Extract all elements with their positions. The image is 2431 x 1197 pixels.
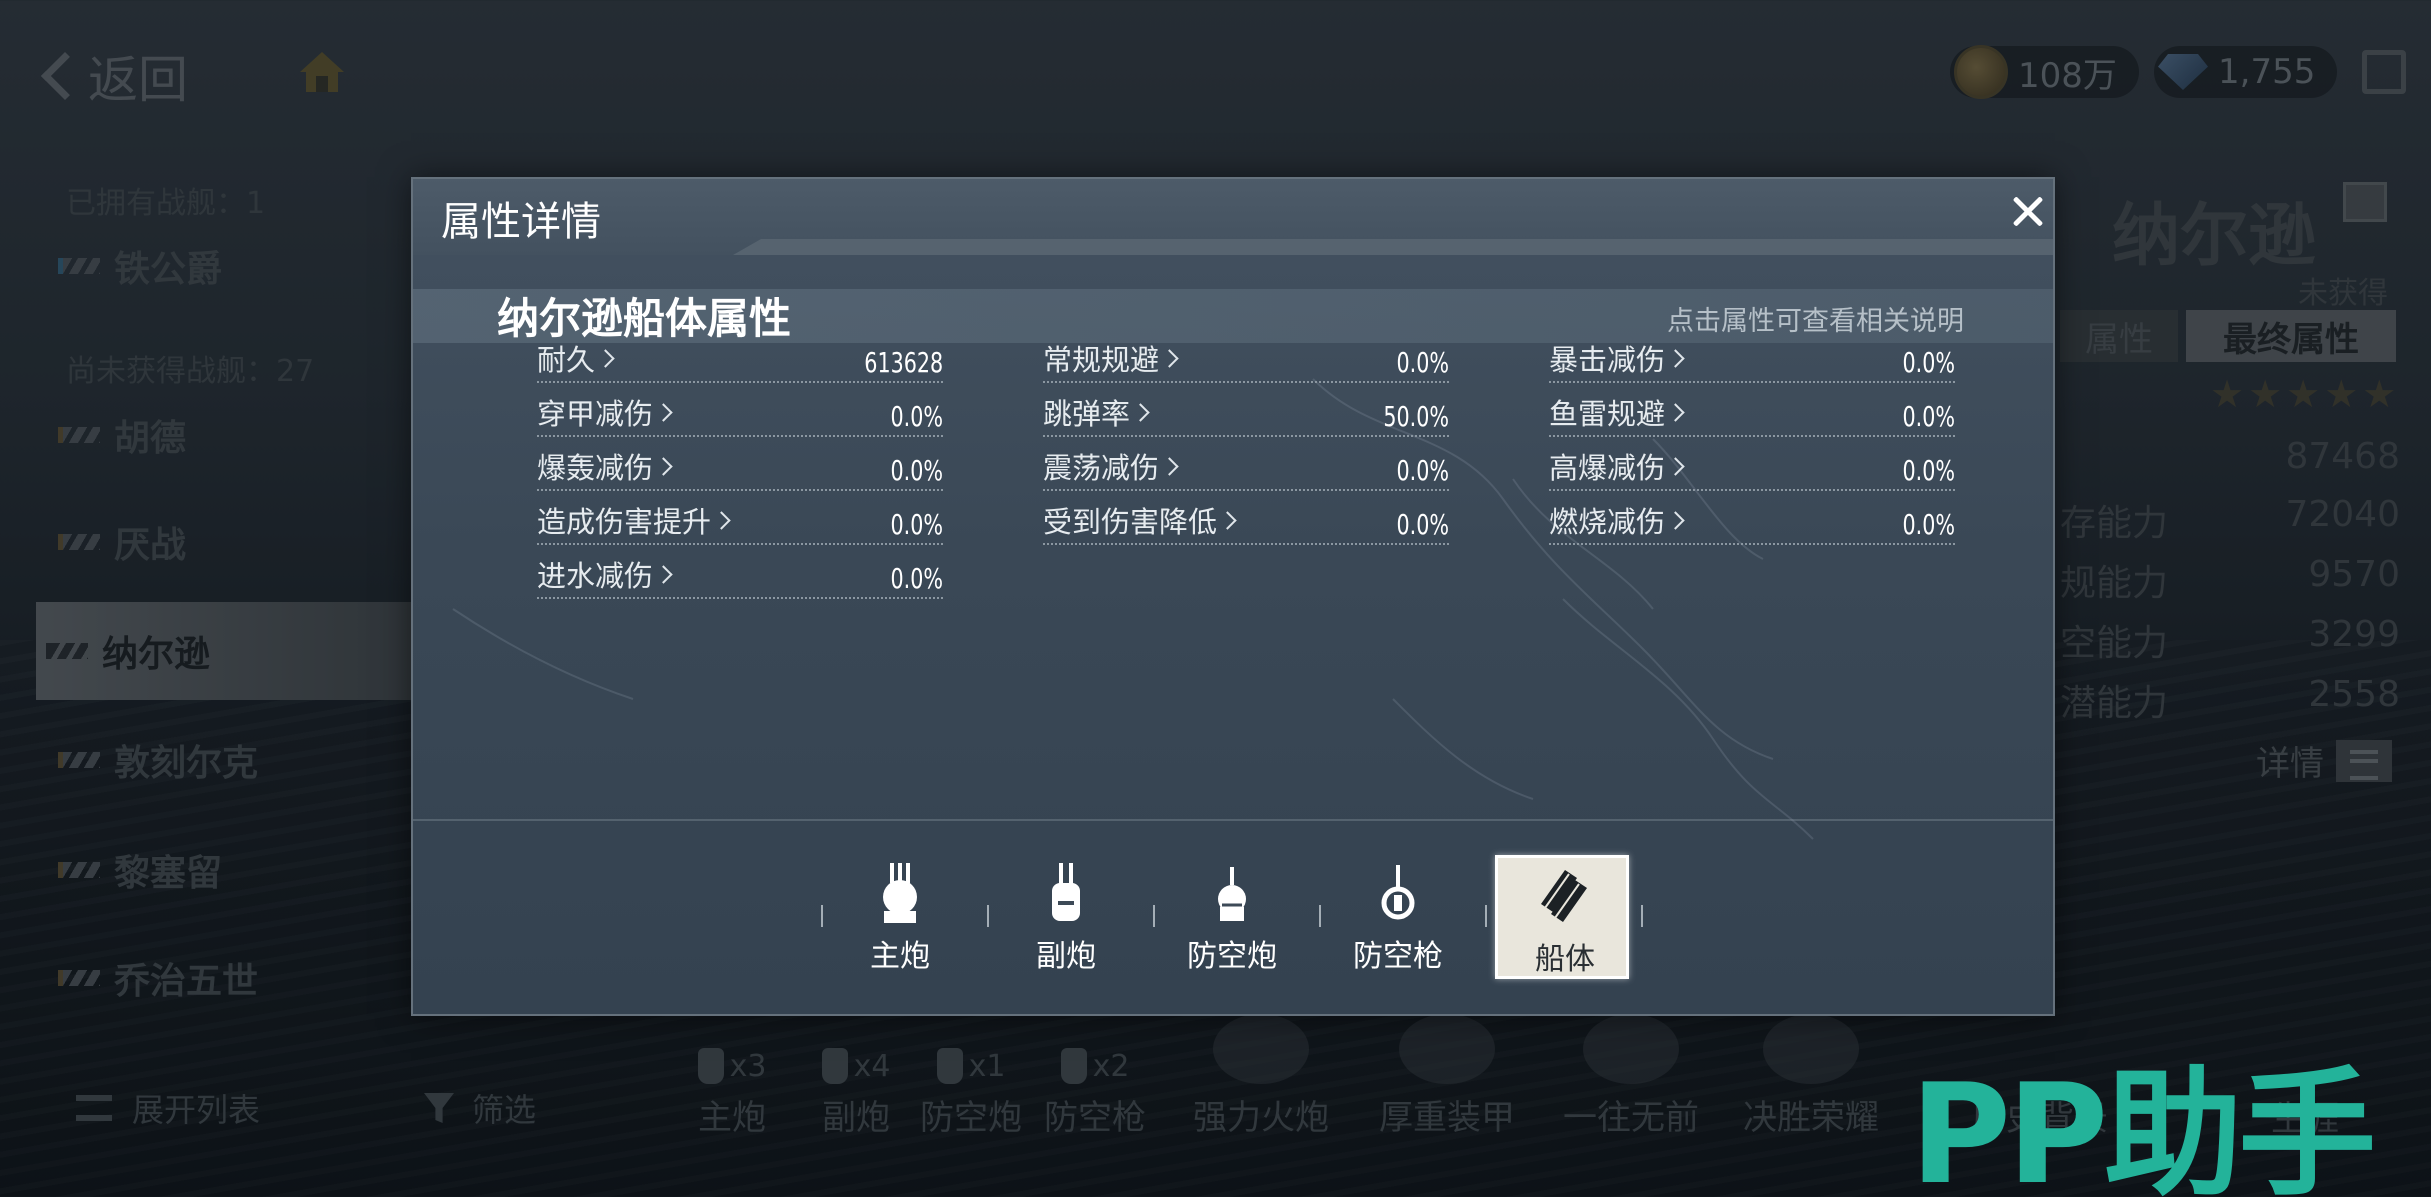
pp-assistant-watermark: PP助手 [1910,1054,2376,1197]
attribute-name: 跳弹率 [1043,397,1131,431]
chevron-right-icon [1131,402,1150,422]
attribute-row[interactable]: 爆轰减伤 0.0% [537,451,943,491]
tab-main-gun[interactable]: 主炮 [833,855,967,979]
attribute-row[interactable]: 常规规避 0.0% [1043,343,1449,383]
chevron-right-icon [654,456,673,476]
main-gun-icon [883,863,917,923]
tab-secondary-gun[interactable]: 副炮 [999,855,1133,979]
attribute-value: 0.0% [1396,346,1449,379]
attribute-row[interactable]: 燃烧减伤 0.0% [1549,505,1955,545]
tab-separator [821,905,823,927]
tab-aa-gun[interactable]: 防空枪 [1331,855,1465,979]
attribute-row[interactable]: 受到伤害降低 0.0% [1043,505,1449,545]
attribute-value: 0.0% [890,508,943,541]
tab-label: 防空枪 [1353,939,1443,974]
aa-cannon-icon [1218,867,1246,921]
attribute-name: 穿甲减伤 [537,397,654,431]
tab-label: 防空炮 [1187,939,1277,974]
attribute-row[interactable]: 穿甲减伤 0.0% [537,397,943,437]
attribute-value: 0.0% [1902,508,1955,541]
secondary-gun-icon [1052,863,1080,921]
attribute-details-dialog: 属性详情 纳尔逊船体属性 点击属性可查看相关说明 耐久 613628 常规规避 … [411,177,2055,1016]
attribute-name: 爆轰减伤 [537,451,654,485]
dialog-title: 属性详情 [441,199,601,245]
hull-icon [1541,870,1587,922]
attribute-value: 0.0% [1902,346,1955,379]
tab-aa-cannon[interactable]: 防空炮 [1165,855,1299,979]
attribute-name: 受到伤害降低 [1043,505,1218,539]
attribute-name: 常规规避 [1043,343,1160,377]
tab-separator [1485,905,1487,927]
attribute-name: 耐久 [537,343,596,377]
attribute-row[interactable]: 暴击减伤 0.0% [1549,343,1955,383]
attribute-value: 0.0% [1396,508,1449,541]
chevron-right-icon [1218,510,1237,530]
close-icon[interactable] [2005,189,2051,235]
tab-hull[interactable]: 船体 [1495,855,1629,979]
attribute-value: 613628 [864,346,943,379]
header-divider [733,239,2053,255]
chevron-right-icon [596,348,615,368]
attribute-row[interactable]: 鱼雷规避 0.0% [1549,397,1955,437]
attribute-name: 燃烧减伤 [1549,505,1666,539]
attribute-value: 0.0% [1396,454,1449,487]
attribute-row[interactable]: 跳弹率 50.0% [1043,397,1449,437]
attribute-name: 暴击减伤 [1549,343,1666,377]
attribute-row[interactable]: 造成伤害提升 0.0% [537,505,943,545]
chevron-right-icon [654,402,673,422]
attribute-value: 0.0% [1902,400,1955,433]
attribute-name: 高爆减伤 [1549,451,1666,485]
attribute-row[interactable]: 耐久 613628 [537,343,943,383]
attribute-value: 0.0% [890,562,943,595]
attribute-row[interactable]: 震荡减伤 0.0% [1043,451,1449,491]
tab-label: 船体 [1535,942,1595,977]
chevron-right-icon [1160,348,1179,368]
tab-label: 主炮 [870,939,930,974]
attribute-value: 0.0% [1902,454,1955,487]
attribute-row[interactable]: 进水减伤 0.0% [537,559,943,599]
chevron-right-icon [654,564,673,584]
attribute-name: 震荡减伤 [1043,451,1160,485]
tab-divider [413,819,2053,821]
chevron-right-icon [1160,456,1179,476]
attribute-row[interactable]: 高爆减伤 0.0% [1549,451,1955,491]
section-hint: 点击属性可查看相关说明 [1667,306,1964,337]
attribute-value: 0.0% [890,454,943,487]
chevron-right-icon [1666,348,1685,368]
attribute-name: 进水减伤 [537,559,654,593]
attribute-value: 0.0% [890,400,943,433]
attribute-value: 50.0% [1383,400,1449,433]
tab-label: 副炮 [1036,939,1096,974]
tab-separator [1641,905,1643,927]
tab-separator [1153,905,1155,927]
attribute-name: 造成伤害提升 [537,505,712,539]
chevron-right-icon [712,510,731,530]
tab-separator [987,905,989,927]
chevron-right-icon [1666,456,1685,476]
tab-separator [1319,905,1321,927]
aa-gun-icon [1381,865,1415,920]
chevron-right-icon [1666,510,1685,530]
chevron-right-icon [1666,402,1685,422]
attribute-name: 鱼雷规避 [1549,397,1666,431]
